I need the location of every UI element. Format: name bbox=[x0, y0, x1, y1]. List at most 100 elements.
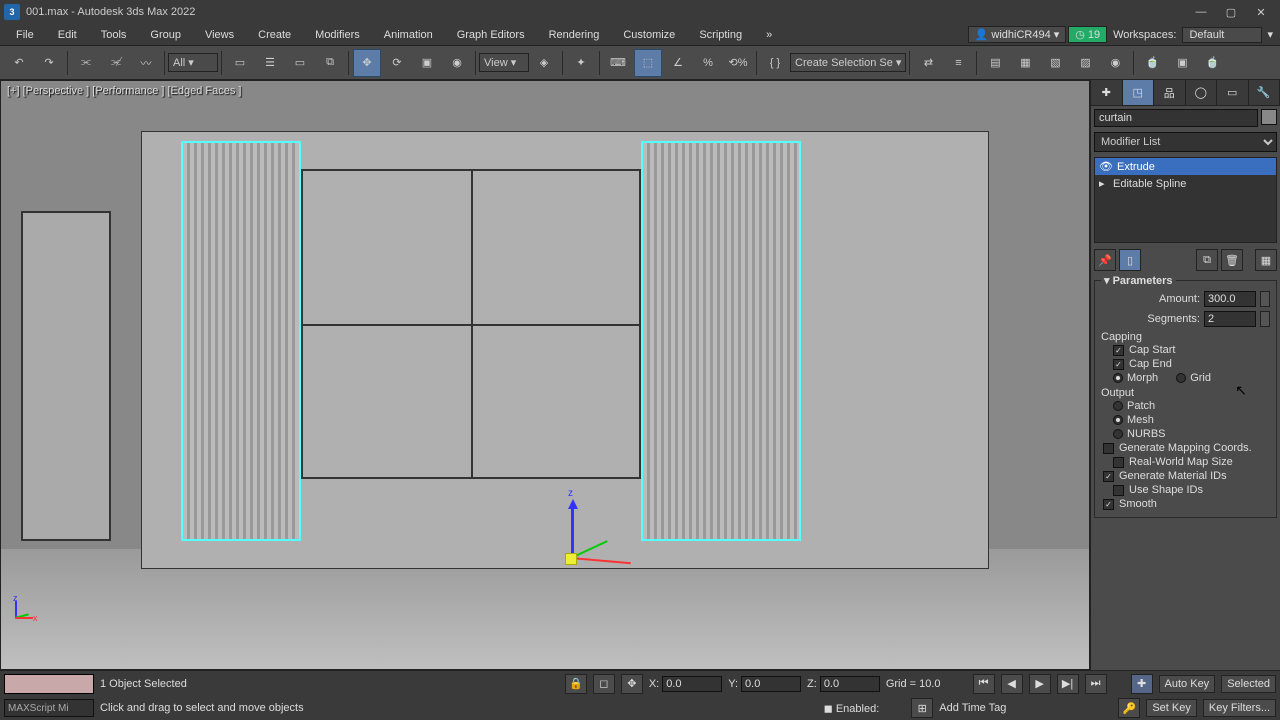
set-key-plus-button[interactable]: ✚ bbox=[1131, 674, 1153, 694]
menu-edit[interactable]: Edit bbox=[46, 26, 89, 44]
named-selection-set[interactable]: Create Selection Se ▾ bbox=[790, 53, 906, 72]
segments-spinner[interactable] bbox=[1260, 311, 1270, 327]
amount-field[interactable]: 300.0 bbox=[1204, 291, 1256, 307]
mirror-button[interactable]: ⇄ bbox=[914, 49, 942, 77]
link-button[interactable]: ⫘ bbox=[72, 49, 100, 77]
spinner-snap-button[interactable]: ⟲% bbox=[724, 49, 752, 77]
menu-scripting[interactable]: Scripting bbox=[687, 26, 754, 44]
menu-overflow[interactable]: » bbox=[754, 26, 784, 44]
modify-tab[interactable]: ◳ bbox=[1123, 80, 1155, 105]
stack-item-editable-spline[interactable]: ▸ Editable Spline bbox=[1095, 175, 1276, 192]
maxscript-listener[interactable]: MAXScript Mi bbox=[4, 699, 94, 717]
x-field[interactable]: 0.0 bbox=[662, 676, 722, 692]
selected-filter-button[interactable]: Selected bbox=[1221, 675, 1276, 693]
percent-snap-button[interactable]: % bbox=[694, 49, 722, 77]
menu-group[interactable]: Group bbox=[138, 26, 193, 44]
isolate-button[interactable]: ◻ bbox=[593, 674, 615, 694]
viewport-perspective[interactable]: z [+] [Perspective ] [Performance ] [Edg… bbox=[0, 80, 1090, 670]
utilities-tab[interactable]: 🔧 bbox=[1249, 80, 1280, 105]
configure-sets-button[interactable]: ▦ bbox=[1255, 249, 1277, 271]
render-button[interactable]: 🍵 bbox=[1198, 49, 1226, 77]
cap-start-checkbox[interactable]: ✓ bbox=[1113, 345, 1124, 356]
add-time-tag[interactable]: Add Time Tag bbox=[939, 702, 1006, 714]
redo-button[interactable]: ↷ bbox=[35, 49, 63, 77]
motion-tab[interactable]: ◯ bbox=[1186, 80, 1218, 105]
hierarchy-tab[interactable]: 品 bbox=[1154, 80, 1186, 105]
curtain-object-left[interactable] bbox=[181, 141, 301, 541]
next-frame-button[interactable]: ▶| bbox=[1057, 674, 1079, 694]
viewport-label[interactable]: [+] [Perspective ] [Performance ] [Edged… bbox=[7, 85, 241, 97]
move-button[interactable]: ✥ bbox=[353, 49, 381, 77]
expand-icon[interactable]: ▸ bbox=[1099, 177, 1107, 190]
goto-end-button[interactable]: ⏭ bbox=[1085, 674, 1107, 694]
time-config-button[interactable]: ⊞ bbox=[911, 698, 933, 718]
window-crossing-button[interactable]: ⧉ bbox=[316, 49, 344, 77]
object-name-field[interactable] bbox=[1094, 109, 1258, 127]
mesh-radio[interactable] bbox=[1113, 415, 1123, 425]
stack-item-extrude[interactable]: 👁 Extrude bbox=[1095, 158, 1276, 175]
patch-radio[interactable] bbox=[1113, 401, 1123, 411]
curtain-object-right[interactable] bbox=[641, 141, 801, 541]
modifier-list-dropdown[interactable]: Modifier List bbox=[1094, 132, 1277, 152]
y-field[interactable]: 0.0 bbox=[741, 676, 801, 692]
visibility-icon[interactable]: 👁 bbox=[1099, 160, 1111, 173]
user-account[interactable]: 👤 widhiCR494 ▾ bbox=[968, 26, 1067, 43]
gen-mapping-checkbox[interactable] bbox=[1103, 443, 1114, 454]
pin-stack-button[interactable]: 📌 bbox=[1094, 249, 1116, 271]
workspace-dropdown-icon[interactable]: ▾ bbox=[1264, 28, 1276, 41]
menu-create[interactable]: Create bbox=[246, 26, 303, 44]
grid-radio[interactable] bbox=[1176, 373, 1186, 383]
bind-spacewarp-button[interactable]: 〰 bbox=[132, 49, 160, 77]
select-by-name-button[interactable]: ☰ bbox=[256, 49, 284, 77]
select-object-button[interactable]: ▭ bbox=[226, 49, 254, 77]
rotate-button[interactable]: ⟳ bbox=[383, 49, 411, 77]
menu-file[interactable]: File bbox=[4, 26, 46, 44]
scale-button[interactable]: ▣ bbox=[413, 49, 441, 77]
toggle-ribbon-button[interactable]: ▦ bbox=[1011, 49, 1039, 77]
goto-start-button[interactable]: ⏮ bbox=[973, 674, 995, 694]
key-filters-button[interactable]: Key Filters... bbox=[1203, 699, 1276, 717]
snap-toggle-button[interactable]: ⬚ bbox=[634, 49, 662, 77]
use-shape-ids-checkbox[interactable] bbox=[1113, 485, 1124, 496]
smooth-checkbox[interactable]: ✓ bbox=[1103, 499, 1114, 510]
placement-button[interactable]: ◉ bbox=[443, 49, 471, 77]
transform-type-in-button[interactable]: ✥ bbox=[621, 674, 643, 694]
menu-views[interactable]: Views bbox=[193, 26, 246, 44]
angle-snap-button[interactable]: ∠ bbox=[664, 49, 692, 77]
menu-customize[interactable]: Customize bbox=[611, 26, 687, 44]
keyboard-shortcut-override-button[interactable]: ⌨ bbox=[604, 49, 632, 77]
menu-modifiers[interactable]: Modifiers bbox=[303, 26, 372, 44]
auto-key-button[interactable]: Auto Key bbox=[1159, 675, 1216, 693]
nurbs-radio[interactable] bbox=[1113, 429, 1123, 439]
gen-material-ids-checkbox[interactable]: ✓ bbox=[1103, 471, 1114, 482]
object-color-swatch[interactable] bbox=[1261, 109, 1277, 125]
selection-lock-button[interactable]: 🔒 bbox=[565, 674, 587, 694]
layer-explorer-button[interactable]: ▤ bbox=[981, 49, 1009, 77]
menu-animation[interactable]: Animation bbox=[372, 26, 445, 44]
remove-modifier-button[interactable]: 🗑 bbox=[1221, 249, 1243, 271]
menu-tools[interactable]: Tools bbox=[89, 26, 139, 44]
cap-end-checkbox[interactable]: ✓ bbox=[1113, 359, 1124, 370]
prev-frame-button[interactable]: ◀ bbox=[1001, 674, 1023, 694]
segments-field[interactable]: 2 bbox=[1204, 311, 1256, 327]
create-tab[interactable]: ✚ bbox=[1091, 80, 1123, 105]
align-button[interactable]: ≡ bbox=[944, 49, 972, 77]
menu-graph-editors[interactable]: Graph Editors bbox=[445, 26, 537, 44]
material-editor-button[interactable]: ◉ bbox=[1101, 49, 1129, 77]
edit-named-selections-button[interactable]: { } bbox=[761, 49, 789, 77]
render-setup-button[interactable]: 🍵 bbox=[1138, 49, 1166, 77]
close-button[interactable]: ✕ bbox=[1246, 2, 1276, 22]
maximize-button[interactable]: ▢ bbox=[1216, 2, 1246, 22]
notification-badge[interactable]: ◷ 19 bbox=[1068, 26, 1107, 43]
render-frame-button[interactable]: ▣ bbox=[1168, 49, 1196, 77]
set-key-button[interactable]: Set Key bbox=[1146, 699, 1197, 717]
selection-filter[interactable]: All ▾ bbox=[168, 53, 218, 72]
undo-button[interactable]: ↶ bbox=[5, 49, 33, 77]
minimize-button[interactable]: — bbox=[1186, 2, 1216, 22]
make-unique-button[interactable]: ⧉ bbox=[1196, 249, 1218, 271]
rollout-header[interactable]: ▾ Parameters bbox=[1101, 274, 1176, 287]
unlink-button[interactable]: ⫘̸ bbox=[102, 49, 130, 77]
z-field[interactable]: 0.0 bbox=[820, 676, 880, 692]
play-button[interactable]: ▶ bbox=[1029, 674, 1051, 694]
workspace-selector[interactable]: Default bbox=[1182, 27, 1262, 43]
